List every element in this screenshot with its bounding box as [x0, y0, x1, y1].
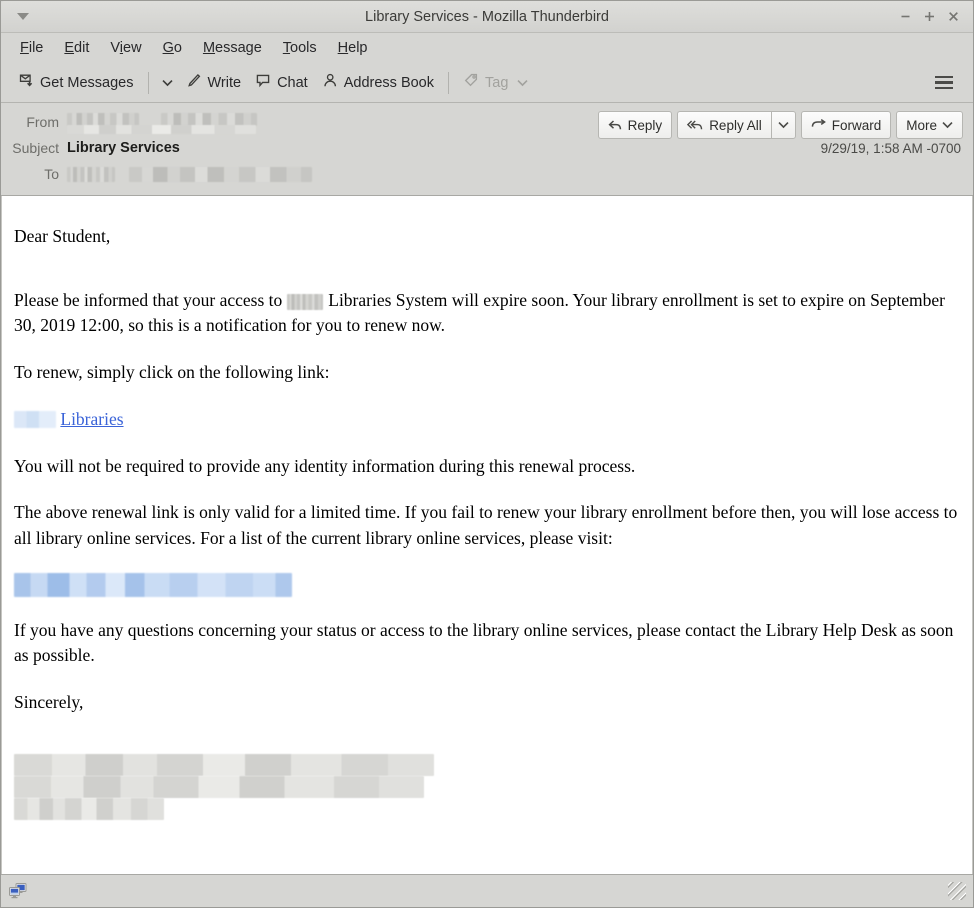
window-title: Library Services - Mozilla Thunderbird [365, 8, 609, 25]
write-button[interactable]: Write [179, 67, 249, 98]
body-paragraph-3: You will not be required to provide any … [14, 455, 636, 476]
chevron-down-icon [17, 13, 29, 20]
subject-label: Subject [12, 140, 59, 156]
signature-block [14, 753, 960, 820]
get-messages-dropdown[interactable] [156, 74, 179, 92]
message-date: 9/29/19, 1:58 AM -0700 [820, 140, 961, 156]
maximize-button[interactable] [918, 6, 940, 28]
body-paragraph-2: To renew, simply click on the following … [14, 362, 330, 383]
redacted-signature-line-2 [14, 775, 424, 798]
resize-grip[interactable] [948, 882, 966, 900]
to-value[interactable] [67, 166, 312, 183]
menu-help[interactable]: Help [329, 37, 377, 59]
redacted-url-link [14, 572, 292, 597]
address-book-label: Address Book [343, 74, 434, 91]
body-paragraph-5: If you have any questions concerning you… [14, 619, 954, 666]
more-label: More [906, 117, 937, 133]
window-controls [894, 6, 973, 28]
menu-edit[interactable]: Edit [55, 37, 98, 59]
window-menu-button[interactable] [1, 1, 45, 32]
reply-all-label: Reply All [709, 117, 762, 133]
hamburger-bar-1 [935, 75, 953, 79]
body-paragraph-4: The above renewal link is only valid for… [14, 502, 958, 549]
tag-button[interactable]: Tag [456, 67, 535, 98]
body-greeting: Dear Student, [14, 226, 111, 246]
to-label: To [44, 166, 59, 182]
thunderbird-window: Library Services - Mozilla Thunderbird F… [0, 0, 974, 908]
to-row: To [1, 161, 973, 187]
tag-label: Tag [485, 74, 509, 91]
get-messages-button[interactable]: Get Messages [11, 67, 141, 98]
address-book-button[interactable]: Address Book [315, 67, 441, 98]
menu-bar: File Edit View Go Message Tools Help [1, 33, 973, 63]
message-action-buttons: Reply Reply All Forward More [597, 111, 963, 139]
chat-bubble-icon [255, 72, 272, 93]
tag-icon [463, 72, 480, 93]
status-bar [1, 874, 973, 907]
hamburger-bar-3 [935, 86, 953, 90]
forward-arrow-icon [811, 118, 826, 127]
network-status-icon[interactable] [8, 882, 28, 901]
menu-tools[interactable]: Tools [274, 37, 326, 59]
body-paragraph-1: Please be informed that your access to Li… [14, 288, 960, 339]
redacted-signature-line-3 [14, 797, 164, 820]
paragraph-1-text-before: Please be informed that your access to [14, 289, 283, 310]
reply-button[interactable]: Reply [597, 111, 673, 139]
redacted-recipient-1 [67, 167, 115, 183]
chat-label: Chat [277, 74, 308, 91]
reply-arrow-icon [608, 119, 621, 129]
redacted-link-prefix [14, 410, 56, 428]
minimize-button[interactable] [894, 6, 916, 28]
body-redacted-url[interactable] [14, 572, 960, 597]
redacted-sender-underline [67, 124, 256, 134]
from-label: From [26, 114, 59, 130]
body-link-paragraph: Libraries [14, 407, 960, 433]
address-book-person-icon [322, 72, 339, 93]
write-label: Write [207, 74, 242, 91]
toolbar-divider-2 [448, 71, 449, 94]
title-bar: Library Services - Mozilla Thunderbird [1, 1, 973, 33]
tag-dropdown-chevron[interactable] [517, 75, 528, 91]
reply-label: Reply [627, 117, 663, 133]
toolbar-divider-1 [147, 71, 149, 94]
menu-view[interactable]: View [101, 37, 150, 59]
subject-value: Library Services [67, 140, 180, 156]
chat-button[interactable]: Chat [248, 67, 315, 98]
menu-go[interactable]: Go [154, 37, 191, 59]
libraries-link[interactable]: Libraries [60, 409, 123, 429]
from-value[interactable] [67, 111, 257, 134]
close-button[interactable] [942, 6, 964, 28]
chevron-down-icon [778, 122, 789, 129]
reply-all-group: Reply All [677, 111, 796, 139]
forward-button[interactable]: Forward [800, 111, 892, 139]
body-closing: Sincerely, [14, 692, 84, 713]
message-body: Dear Student, Please be informed that yo… [1, 196, 973, 874]
reply-all-dropdown[interactable] [770, 111, 796, 139]
message-header: Reply Reply All Forward More From Subjec… [1, 103, 973, 196]
reply-all-arrow-icon [687, 119, 703, 129]
hamburger-bar-2 [935, 81, 953, 84]
chevron-down-icon [161, 79, 173, 86]
forward-label: Forward [831, 117, 882, 133]
menu-message[interactable]: Message [194, 37, 271, 59]
reply-all-button[interactable]: Reply All [677, 111, 771, 139]
menu-file[interactable]: File [11, 37, 52, 59]
get-messages-icon [18, 72, 35, 93]
more-button[interactable]: More [896, 111, 963, 139]
write-pen-icon [186, 72, 203, 93]
get-messages-label: Get Messages [40, 74, 134, 91]
redacted-institution-inline [287, 293, 324, 310]
redacted-signature-line-1 [14, 753, 434, 776]
app-menu-button[interactable] [927, 70, 961, 96]
main-toolbar: Get Messages Write Chat Address Book Tag [1, 63, 973, 103]
redacted-recipient-2 [128, 167, 312, 183]
chevron-down-icon [942, 122, 953, 129]
